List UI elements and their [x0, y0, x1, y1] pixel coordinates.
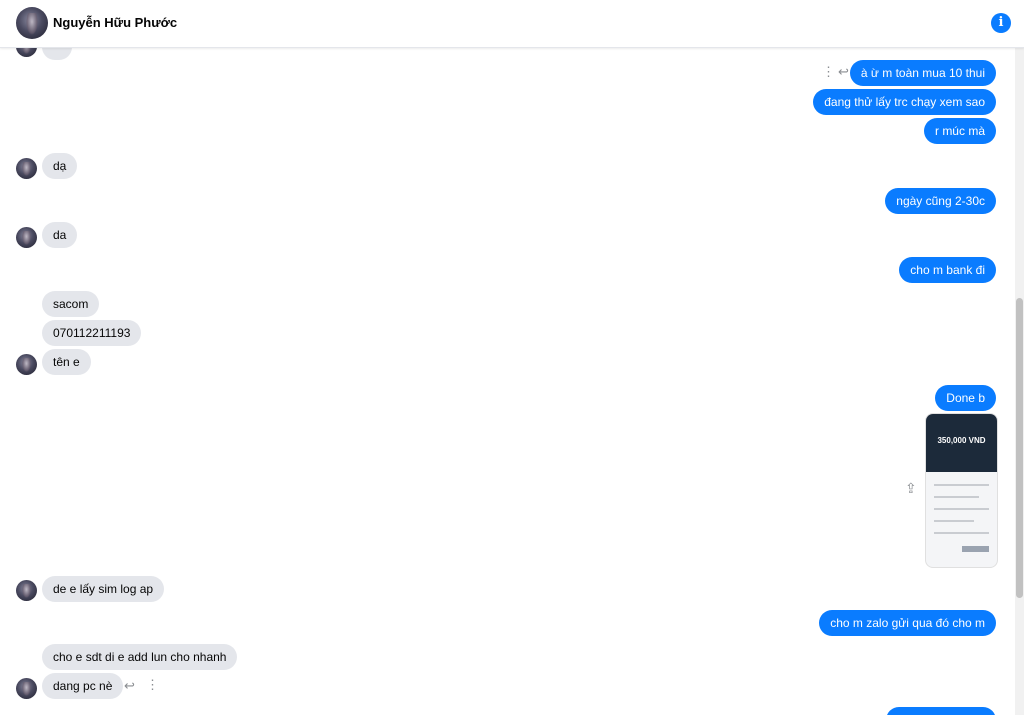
message-outgoing[interactable]: ngày cũng 2-30c — [885, 188, 996, 214]
message-incoming-cutoff — [42, 48, 72, 60]
message-incoming[interactable]: dạ — [42, 153, 78, 179]
image-line — [934, 532, 989, 534]
message-outgoing[interactable]: đang thử lấy trc chạy xem sao — [813, 89, 996, 115]
message-incoming[interactable]: sacom — [42, 291, 100, 317]
contact-avatar-small — [16, 678, 37, 699]
image-line — [934, 508, 989, 510]
contact-avatar-small — [16, 354, 37, 375]
image-line — [934, 496, 979, 498]
more-options-icon[interactable]: ⋮ — [146, 677, 159, 693]
contact-name[interactable]: Nguyễn Hữu Phước — [53, 15, 177, 30]
message-outgoing[interactable]: cho m bank đi — [899, 257, 996, 283]
message-outgoing[interactable]: cho m zalo gửi qua đó cho m — [819, 610, 996, 636]
message-incoming[interactable]: de e lấy sim log ap — [42, 576, 165, 602]
message-list[interactable]: ⋮ ↩ à ừ m toàn mua 10 thui đang thử lấy … — [0, 48, 1015, 715]
message-outgoing[interactable]: r múc mà — [923, 118, 996, 144]
contact-avatar-small — [16, 48, 37, 57]
message-incoming[interactable]: da — [42, 222, 78, 248]
message-outgoing[interactable]: à ừ m toàn mua 10 thui — [849, 60, 996, 86]
more-options-icon[interactable]: ⋮ — [822, 64, 835, 80]
share-icon[interactable]: ⇪ — [905, 480, 917, 497]
contact-avatar-small — [16, 580, 37, 601]
message-incoming[interactable]: cho e sdt di e add lun cho nhanh — [42, 644, 238, 670]
image-line — [934, 520, 974, 522]
payment-screenshot-image[interactable]: 350,000 VND — [925, 413, 998, 568]
message-outgoing[interactable]: Done b — [935, 385, 996, 411]
message-incoming[interactable]: 070112211193 — [42, 320, 142, 346]
contact-avatar-small — [16, 158, 37, 179]
image-amount-text: 350,000 VND — [937, 436, 986, 445]
message-outgoing-cutoff[interactable] — [886, 707, 996, 715]
message-incoming[interactable]: tên e — [42, 349, 91, 375]
info-icon[interactable]: i — [991, 13, 1011, 33]
contact-avatar[interactable] — [16, 7, 48, 39]
reply-icon[interactable]: ↩ — [838, 64, 849, 80]
reply-icon[interactable]: ↩ — [124, 678, 135, 694]
image-line — [934, 484, 989, 486]
image-button — [962, 546, 989, 552]
scrollbar-thumb[interactable] — [1016, 298, 1023, 598]
contact-avatar-small — [16, 227, 37, 248]
chat-header: Nguyễn Hữu Phước i — [0, 0, 1024, 48]
message-incoming[interactable]: dang pc nè — [42, 673, 124, 699]
